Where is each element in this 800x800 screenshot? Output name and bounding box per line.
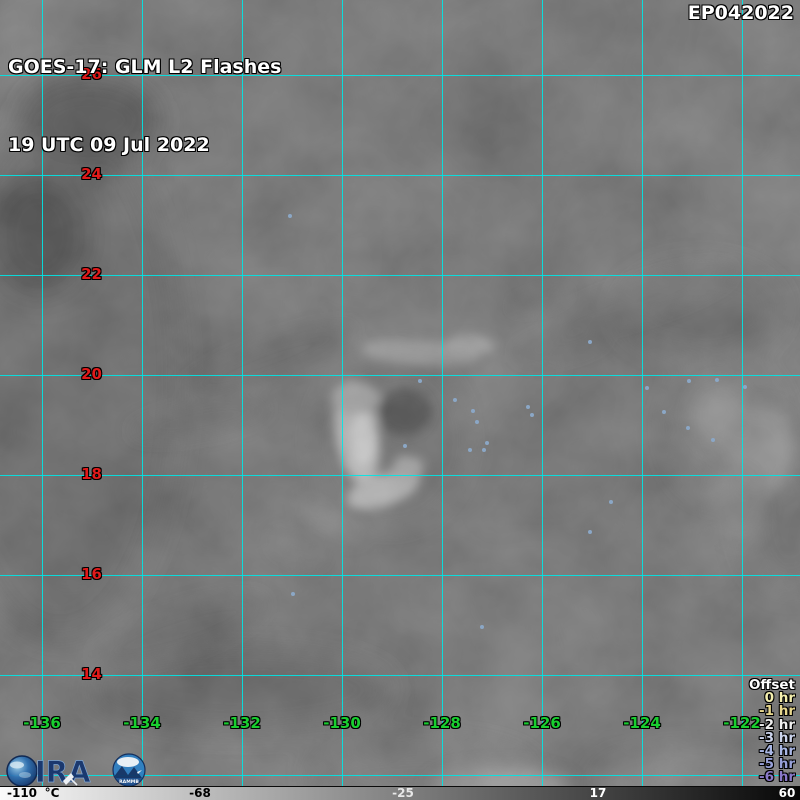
- glm-flash-marker: [662, 410, 666, 414]
- cira-globe-icon: [6, 755, 38, 786]
- glm-flash-marker: [418, 379, 422, 383]
- latitude-gridline: [0, 475, 800, 476]
- glm-flash-marker: [686, 426, 690, 430]
- glm-flash-marker: [485, 441, 489, 445]
- longitude-gridline: [642, 0, 643, 786]
- longitude-label: -130: [323, 714, 361, 732]
- latitude-gridline: [0, 275, 800, 276]
- logo-block: IRA RAMMB: [5, 751, 147, 786]
- satellite-viewer: 26 24 22 20 18 16 14 -136 -134 -132 -130 -128 -126-…: [0, 0, 800, 800]
- glm-flash-marker: [526, 405, 530, 409]
- latitude-gridline: [0, 575, 800, 576]
- glm-flash-marker: [482, 448, 486, 452]
- longitude-label: -128: [423, 714, 461, 732]
- offset-legend: Offset 0 hr -1 hr -2 hr -3 hr -4 hr -5 hr -6 h…: [749, 678, 795, 786]
- latitude-label: 18: [81, 465, 102, 483]
- satellite-map: 26 24 22 20 18 16 14 -136 -134 -132 -130 -128 -126-…: [0, 0, 800, 786]
- temperature-colorbar: -110 °C -68 -25 17 60: [0, 786, 800, 800]
- latitude-label: 22: [81, 265, 102, 283]
- glm-flash-marker: [480, 625, 484, 629]
- offset-legend-entry: -6 hr: [759, 769, 795, 786]
- glm-flash-marker: [715, 378, 719, 382]
- storm-id: EP042022: [687, 2, 794, 24]
- longitude-label: -134: [123, 714, 161, 732]
- glm-flash-marker: [288, 214, 292, 218]
- product-datetime: 19 UTC 09 Jul 2022: [8, 134, 210, 156]
- colorbar-tick: 60: [778, 786, 796, 800]
- glm-flash-marker: [403, 444, 407, 448]
- latitude-label: 20: [81, 365, 102, 383]
- longitude-label: -124: [623, 714, 661, 732]
- product-title: GOES-17: GLM L2 Flashes: [8, 56, 282, 78]
- latitude-label: 14: [81, 665, 102, 683]
- latitude-gridline: [0, 375, 800, 376]
- glm-flash-marker: [530, 413, 534, 417]
- glm-flash-marker: [468, 448, 472, 452]
- glm-flash-marker: [588, 340, 592, 344]
- offset-legend-entries: 0 hr -1 hr -2 hr -3 hr -4 hr -5 hr -6 hr: [749, 691, 795, 786]
- glm-flash-marker: [711, 438, 715, 442]
- longitude-gridline: [742, 0, 743, 786]
- rammb-logo-text: RAMMB: [119, 779, 139, 785]
- longitude-label: -136: [23, 714, 61, 732]
- colorbar-tick: °C: [44, 786, 60, 800]
- longitude-label: -132: [223, 714, 261, 732]
- longitude-gridline: [342, 0, 343, 786]
- product-title-block: GOES-17: GLM L2 Flashes 19 UTC 09 Jul 20…: [8, 2, 281, 210]
- longitude-gridline: [442, 0, 443, 786]
- glm-flash-marker: [645, 386, 649, 390]
- rammb-logo: RAMMB: [112, 753, 146, 786]
- longitude-label: -126: [523, 714, 561, 732]
- longitude-gridline: [542, 0, 543, 786]
- cira-logo-text: IRA: [35, 755, 91, 786]
- colorbar-tick: -68: [189, 786, 211, 800]
- glm-flash-marker: [743, 385, 747, 389]
- glm-flash-marker: [609, 500, 613, 504]
- glm-flash-marker: [453, 398, 457, 402]
- latitude-gridline: [0, 675, 800, 676]
- cira-logo: IRA: [6, 755, 91, 786]
- glm-flash-marker: [588, 530, 592, 534]
- latitude-label: 16: [81, 565, 102, 583]
- colorbar-tick: -25: [392, 786, 414, 800]
- cloud-icon: [117, 757, 139, 767]
- glm-flash-marker: [475, 420, 479, 424]
- glm-flash-marker: [687, 379, 691, 383]
- glm-flash-marker: [291, 592, 295, 596]
- glm-flash-marker: [471, 409, 475, 413]
- colorbar-tick: 17: [589, 786, 607, 800]
